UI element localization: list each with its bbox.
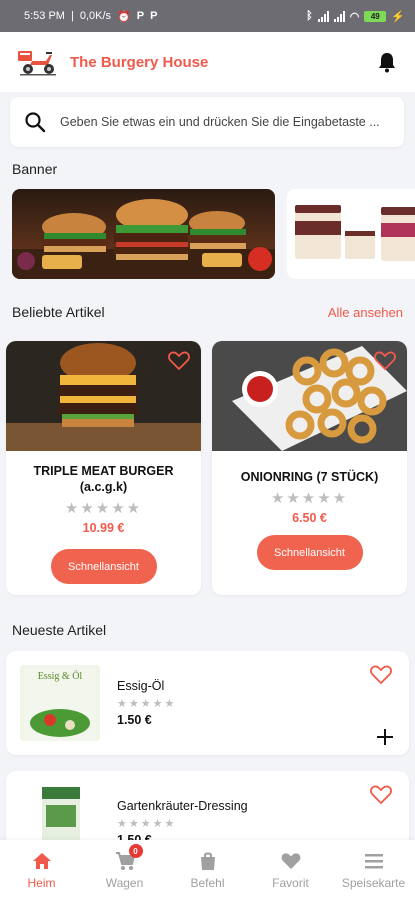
- banner-ice-cream[interactable]: [287, 189, 415, 279]
- quick-view-button[interactable]: Schnellansicht: [50, 549, 157, 584]
- charging-icon: ⚡: [391, 10, 405, 23]
- delivery-scooter-logo: [16, 47, 58, 77]
- add-to-cart-plus-icon[interactable]: [375, 727, 395, 747]
- app-bar: The Burgery House: [0, 32, 415, 92]
- favorite-heart-icon[interactable]: [369, 663, 393, 685]
- nav-home-label: Heim: [27, 876, 56, 890]
- p-notification-icon-2: P: [150, 10, 158, 22]
- product-card[interactable]: TRIPLE MEAT BURGER (a.c.g.k) ★★★★★ 10.99…: [6, 341, 201, 595]
- product-rating-stars: ★★★★★: [117, 818, 177, 830]
- menu-icon: [364, 854, 383, 869]
- product-thumbnail: Essig & Öl: [20, 665, 100, 741]
- banner-section-title: Banner: [12, 161, 58, 177]
- nav-favorites-label: Favorit: [272, 876, 309, 890]
- product-name: ONIONRING (7 STÜCK): [240, 470, 379, 484]
- search-icon: [25, 112, 46, 133]
- product-image: [212, 341, 407, 451]
- status-speed: 0,0K/s: [79, 10, 112, 22]
- see-all-link[interactable]: Alle ansehen: [328, 305, 403, 320]
- status-time: 5:53 PM: [24, 10, 65, 22]
- wifi-icon: ◠: [349, 10, 360, 23]
- product-name: TRIPLE MEAT BURGER (a.c.g.k): [33, 464, 174, 494]
- bell-icon[interactable]: [375, 50, 399, 74]
- product-name: Essig-Öl: [117, 679, 165, 693]
- banner-burgers[interactable]: [12, 189, 275, 279]
- favorite-heart-icon[interactable]: [167, 349, 191, 371]
- nav-cart-label: Wagen: [105, 876, 144, 890]
- nav-menu-label: Speisekarte: [341, 876, 406, 890]
- product-price: 6.50 €: [292, 511, 327, 525]
- favorite-heart-icon[interactable]: [373, 349, 397, 371]
- list-item[interactable]: Essig & Öl Essig-Öl ★★★★★ 1.50 €: [6, 651, 409, 755]
- thumb-label: Essig & Öl: [38, 670, 83, 682]
- product-price: 1.50 €: [117, 713, 152, 727]
- p-notification-icon: P: [136, 10, 145, 22]
- signal-icon: [317, 10, 329, 22]
- product-name: Gartenkräuter-Dressing: [117, 799, 248, 813]
- home-icon: [32, 853, 51, 869]
- product-price: 10.99 €: [82, 521, 125, 535]
- alarm-icon: ⏰: [117, 10, 131, 23]
- newest-section-title: Neueste Artikel: [12, 622, 107, 638]
- shopping-bag-icon: [200, 852, 215, 870]
- nav-orders[interactable]: Befehl: [166, 840, 249, 900]
- nav-favorites[interactable]: Favorit: [249, 840, 332, 900]
- favorite-heart-icon[interactable]: [369, 783, 393, 805]
- product-rating-stars: ★★★★★: [64, 500, 143, 517]
- status-bar: 5:53 PM | 0,0K/s ⏰ P P ᛒ ◠ 49 ⚡: [0, 0, 415, 32]
- app-title: The Burgery House: [70, 53, 209, 71]
- bottom-navigation: Heim 0 Wagen Befehl Favorit Speisekarte: [0, 840, 415, 900]
- nav-home[interactable]: Heim: [0, 840, 83, 900]
- search-bar[interactable]: [10, 97, 404, 147]
- popular-section-title: Beliebte Artikel: [12, 304, 105, 320]
- heart-icon: [281, 853, 300, 869]
- bluetooth-icon: ᛒ: [306, 10, 313, 22]
- nav-menu[interactable]: Speisekarte: [332, 840, 415, 900]
- nav-orders-label: Befehl: [190, 876, 225, 890]
- signal-icon-2: [333, 10, 345, 22]
- product-image: [6, 341, 201, 451]
- product-card[interactable]: ONIONRING (7 STÜCK) ★★★★★ 6.50 € Schnell…: [212, 341, 407, 595]
- cart-count-badge: 0: [128, 844, 143, 858]
- product-rating-stars: ★★★★★: [270, 490, 349, 507]
- nav-cart[interactable]: 0 Wagen: [83, 840, 166, 900]
- search-input[interactable]: [60, 115, 390, 129]
- product-rating-stars: ★★★★★: [117, 698, 177, 710]
- quick-view-button[interactable]: Schnellansicht: [256, 535, 363, 570]
- battery-icon: 49: [364, 10, 387, 22]
